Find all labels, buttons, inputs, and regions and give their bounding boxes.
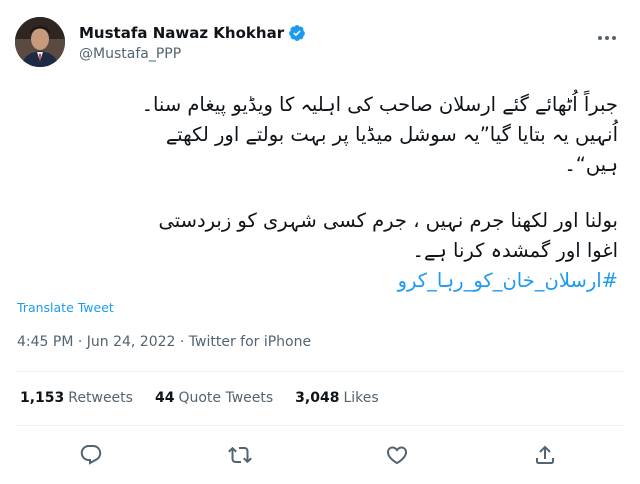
verified-badge-icon — [289, 25, 305, 41]
tweet-timestamp[interactable]: 4:45 PM · Jun 24, 2022 · Twitter for iPh… — [17, 334, 311, 350]
retweets-stat[interactable]: 1,153 Retweets — [20, 390, 133, 406]
translate-tweet-link[interactable]: Translate Tweet — [17, 300, 114, 315]
tweet-line: اغوا اور گمشدہ کرنا ہے۔ — [412, 239, 618, 262]
more-options-icon[interactable] — [596, 25, 620, 45]
quote-tweets-stat[interactable]: 44 Quote Tweets — [155, 390, 273, 406]
engagement-stats: 1,153 Retweets 44 Quote Tweets 3,048 Likes — [20, 390, 401, 406]
tweet-card: Mustafa Nawaz Khokhar @Mustafa_PPP جبراً… — [0, 0, 640, 484]
share-icon[interactable] — [533, 443, 557, 467]
like-icon[interactable] — [385, 443, 409, 467]
reply-icon[interactable] — [79, 443, 103, 467]
tweet-line: بولنا اور لکھنا جرم نہیں ، جرم کسی شہری … — [158, 209, 618, 232]
avatar[interactable] — [15, 17, 65, 67]
author-name-row: Mustafa Nawaz Khokhar — [79, 24, 306, 42]
tweet-line: اُنہیں یہ بتایا گیا”یہ سوشل میڈیا پر بہت… — [165, 123, 618, 146]
retweet-icon[interactable] — [228, 443, 252, 467]
divider — [16, 371, 624, 372]
hashtag-link[interactable]: #ارسلان_خان_کو_رہا_کرو — [20, 266, 618, 296]
divider — [16, 425, 624, 426]
tweet-line: جبراً اُٹھائے گئے ارسلان صاحب کی اہلیہ ک… — [141, 93, 618, 116]
tweet-text: جبراً اُٹھائے گئے ارسلان صاحب کی اہلیہ ک… — [20, 90, 618, 296]
author-name[interactable]: Mustafa Nawaz Khokhar — [79, 24, 284, 42]
author-handle[interactable]: @Mustafa_PPP — [79, 46, 181, 62]
tweet-line: ہیں“۔ — [564, 153, 618, 176]
likes-stat[interactable]: 3,048 Likes — [295, 390, 379, 406]
action-bar — [0, 443, 640, 469]
